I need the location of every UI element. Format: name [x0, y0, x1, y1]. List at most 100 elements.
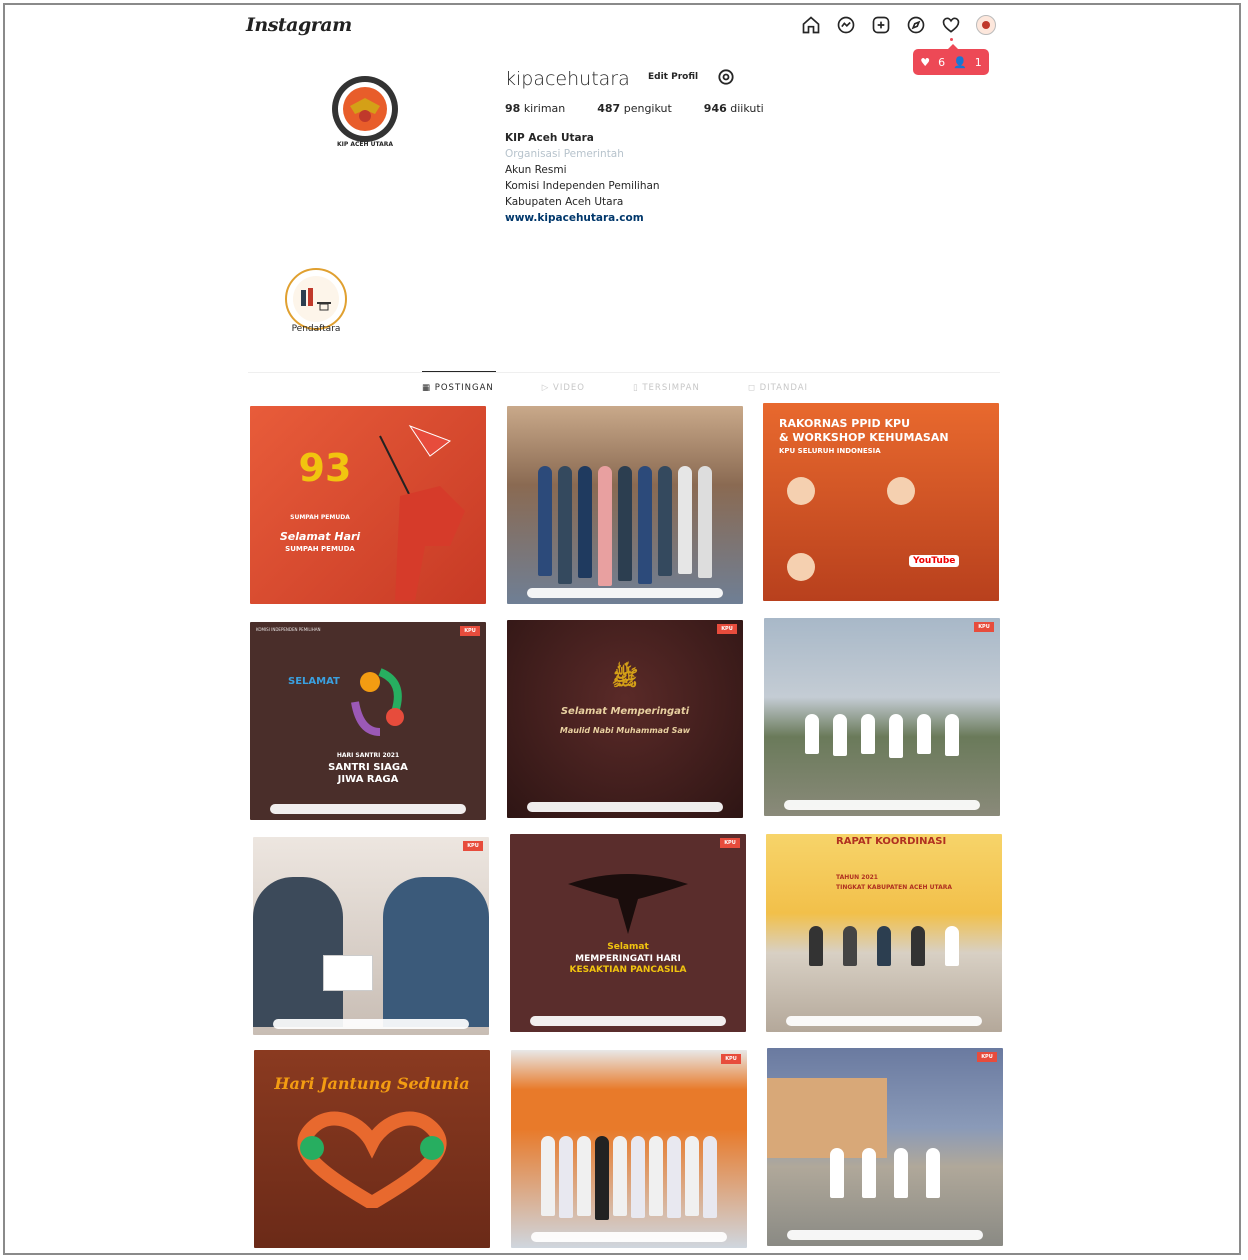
profile-picture[interactable] — [330, 74, 400, 144]
story-highlight[interactable] — [285, 268, 347, 330]
bio-website-link[interactable]: www.kipacehutara.com — [505, 210, 660, 226]
bio-category: Organisasi Pemerintah — [505, 148, 624, 160]
bio-line: Komisi Independen Pemilihan — [505, 180, 660, 192]
post-footer — [527, 588, 723, 598]
post-tile[interactable]: KPU — [253, 837, 489, 1035]
group-photo — [507, 466, 743, 586]
story-highlight-label: Pendaftara — [291, 324, 341, 334]
active-tab-indicator — [422, 371, 496, 372]
post-tile[interactable]: RAPAT KOORDINASI TAHUN 2021 TINGKAT KABU… — [766, 834, 1002, 1032]
following-stat[interactable]: 946 diikuti — [704, 102, 764, 115]
person-icon: 👤 — [953, 55, 967, 69]
top-nav — [800, 14, 997, 36]
fist-flag-illustration — [379, 424, 465, 601]
explore-icon[interactable] — [905, 14, 927, 36]
post-text: KPU SELURUH INDONESIA — [779, 447, 881, 455]
post-footer — [784, 800, 980, 810]
tab-postingan[interactable]: ▦ POSTINGAN — [422, 383, 494, 393]
post-tile[interactable]: Hari Jantung Sedunia — [254, 1050, 490, 1248]
profile-avatar-button[interactable] — [975, 14, 997, 36]
new-post-icon[interactable] — [870, 14, 892, 36]
ceremony-photo — [767, 1148, 1003, 1198]
tab-tersimpan[interactable]: ▯ TERSIMPAN — [633, 383, 700, 393]
speaker-photo — [787, 553, 815, 581]
post-text: MEMPERINGATI HARI — [575, 954, 681, 964]
instagram-logo[interactable]: Instagram — [246, 14, 352, 36]
group-photo — [511, 1136, 747, 1220]
post-footer — [530, 1016, 726, 1026]
person-photo — [383, 877, 489, 1027]
ceremony-photo — [764, 714, 1000, 758]
post-footer — [273, 1019, 469, 1029]
certificate — [323, 955, 373, 991]
post-tile[interactable]: KPU — [511, 1050, 747, 1248]
post-text: HARI SANTRI 2021 — [336, 752, 400, 759]
post-footer — [270, 804, 466, 814]
avatar — [976, 15, 996, 35]
post-text: TINGKAT KABUPATEN ACEH UTARA — [836, 884, 953, 891]
heart-icon: ♥ — [920, 55, 931, 69]
post-text: Selamat Memperingati — [560, 706, 690, 717]
youtube-logo: YouTube — [909, 555, 960, 567]
post-text: Hari Jantung Sedunia — [274, 1074, 470, 1093]
post-number: 93 — [298, 446, 352, 490]
likes-count: 6 — [938, 55, 946, 69]
tab-video[interactable]: ▷ VIDEO — [542, 383, 585, 393]
post-text: Maulid Nabi Muhammad Saw — [559, 726, 691, 735]
post-text: RAKORNAS PPID KPU — [779, 417, 911, 430]
santri-logo — [351, 668, 404, 736]
speaker-photo — [887, 477, 915, 505]
post-tile[interactable]: KOMISI INDEPENDEN PEMILIHAN KPU SELAMAT H… — [250, 622, 486, 820]
post-footer — [787, 1230, 983, 1240]
person-photo — [253, 877, 343, 1027]
profile-stats: 98 kiriman 487 pengikut 946 diikuti — [505, 102, 764, 115]
garuda-silhouette — [568, 874, 688, 934]
messenger-icon[interactable] — [835, 14, 857, 36]
post-text: JIWA RAGA — [337, 774, 399, 785]
post-tile[interactable] — [507, 406, 743, 604]
profile-bio: KIP Aceh Utara Organisasi Pemerintah Aku… — [505, 130, 660, 226]
activity-dot — [950, 38, 953, 41]
speaker-photo — [787, 477, 815, 505]
posts-stat: 98 kiriman — [505, 102, 566, 115]
activity-heart-icon[interactable] — [940, 14, 962, 36]
post-tile[interactable]: KPU Selamat MEMPERINGATI HARI KESAKTIAN … — [510, 834, 746, 1032]
post-text: Selamat — [607, 942, 649, 952]
meeting-photo — [766, 926, 1002, 966]
bio-name: KIP Aceh Utara — [505, 132, 594, 144]
profile-picture-caption: KIP ACEH UTARA — [336, 141, 394, 148]
post-header: KOMISI INDEPENDEN PEMILIHAN — [256, 627, 321, 632]
post-text: SANTRI SIAGA — [328, 762, 408, 773]
post-tile[interactable]: KPU — [767, 1048, 1003, 1246]
post-text: SUMPAH PEMUDA — [290, 514, 350, 521]
activity-notification-badge[interactable]: ♥ 6 👤 1 — [913, 44, 989, 75]
post-calligraphy: ﷺ — [611, 665, 639, 691]
bio-line: Kabupaten Aceh Utara — [505, 196, 624, 208]
post-text: SUMPAH PEMUDA — [285, 545, 355, 553]
profile-username: kipacehutara — [505, 68, 630, 90]
bio-line: Akun Resmi — [505, 164, 567, 176]
post-tile[interactable]: 93 SUMPAH PEMUDA Selamat Hari SUMPAH PEM… — [250, 406, 486, 604]
home-icon[interactable] — [800, 14, 822, 36]
post-footer — [527, 802, 723, 812]
post-tile[interactable]: KPU ﷺ Selamat Memperingati Maulid Nabi M… — [507, 620, 743, 818]
building-photo — [767, 1078, 887, 1158]
settings-gear-icon[interactable] — [716, 67, 736, 87]
post-tile[interactable]: KPU — [764, 618, 1000, 816]
follows-count: 1 — [974, 55, 982, 69]
post-footer — [786, 1016, 982, 1026]
profile-tabs: ▦ POSTINGAN ▷ VIDEO ▯ TERSIMPAN ◻ DITAND… — [422, 383, 808, 393]
post-text: & WORKSHOP KEHUMASAN — [779, 431, 949, 444]
post-tile[interactable]: RAKORNAS PPID KPU & WORKSHOP KEHUMASAN K… — [763, 403, 999, 601]
post-text: SELAMAT — [288, 676, 340, 687]
heart-illustration — [297, 1111, 447, 1208]
post-text: RAPAT KOORDINASI — [836, 836, 947, 847]
tab-ditandai[interactable]: ◻ DITANDAI — [748, 383, 808, 393]
tabs-divider — [248, 372, 1000, 373]
post-text: TAHUN 2021 — [836, 874, 878, 881]
post-text: KESAKTIAN PANCASILA — [569, 965, 687, 975]
post-text: Selamat Hari — [279, 530, 361, 543]
post-footer — [531, 1232, 727, 1242]
followers-stat[interactable]: 487 pengikut — [597, 102, 672, 115]
edit-profile-button[interactable]: Edit Profil — [640, 67, 706, 87]
